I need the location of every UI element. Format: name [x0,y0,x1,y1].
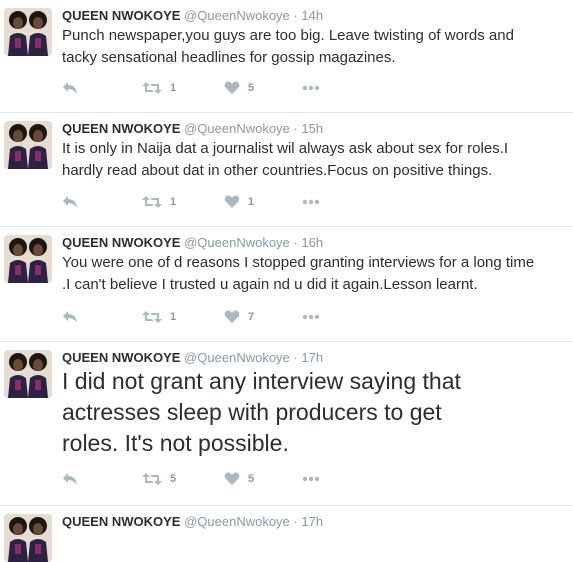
tweet-actions: 1 7 [62,307,382,327]
tweet-text: You were one of d reasons I stopped gran… [62,254,535,293]
retweet-count: 5 [170,473,177,485]
separator-dot: · [293,8,298,23]
reply-button[interactable] [62,469,78,489]
timestamp[interactable]: 14h [301,8,323,23]
reply-icon [62,81,78,95]
separator-dot: · [293,121,298,136]
retweet-icon [142,81,162,95]
more-icon [302,476,320,482]
retweet-icon [142,195,162,209]
tweet[interactable]: QUEEN NWOKOYE @QueenNwokoye · 15h It is … [0,113,573,227]
user-name[interactable]: QUEEN NWOKOYE [62,121,180,136]
retweet-button[interactable]: 1 [142,307,176,327]
tweet-header: QUEEN NWOKOYE @QueenNwokoye · 16h [62,235,323,251]
avatar[interactable] [4,514,52,562]
tweet-actions: 1 5 [62,78,382,98]
tweet-header: QUEEN NWOKOYE @QueenNwokoye · 17h [62,350,323,366]
avatar[interactable] [4,350,52,398]
like-button[interactable]: 1 [224,192,254,212]
tweet[interactable]: QUEEN NWOKOYE @QueenNwokoye · 17h I did … [0,342,573,506]
reply-button[interactable] [62,192,78,212]
timestamp[interactable]: 17h [301,350,323,365]
user-handle[interactable]: @QueenNwokoye [184,235,290,250]
like-count: 1 [248,196,255,208]
retweet-button[interactable]: 1 [142,192,176,212]
heart-icon [224,81,240,95]
reply-button[interactable] [62,78,78,98]
tweet[interactable]: QUEEN NWOKOYE @QueenNwokoye · 16h You we… [0,227,573,342]
user-name[interactable]: QUEEN NWOKOYE [62,350,180,365]
like-count: 7 [248,311,255,323]
timestamp[interactable]: 16h [301,235,323,250]
retweet-button[interactable]: 5 [142,469,176,489]
tweet-actions: 1 1 [62,192,382,212]
tweet-text: It is only in Naija dat a journalist wil… [62,140,509,179]
retweet-icon [142,472,162,486]
more-button[interactable] [302,307,320,327]
retweet-count: 1 [170,82,177,94]
like-count: 5 [248,473,255,485]
more-icon [302,314,320,320]
separator-dot: · [293,235,298,250]
retweet-count: 1 [170,196,177,208]
tweet-header: QUEEN NWOKOYE @QueenNwokoye · 14h [62,8,323,24]
separator-dot: · [293,350,298,365]
reply-button[interactable] [62,307,78,327]
timeline: QUEEN NWOKOYE @QueenNwokoye · 14h Punch … [0,0,573,562]
more-icon [302,85,320,91]
user-handle[interactable]: @QueenNwokoye [184,8,290,23]
retweet-button[interactable]: 1 [142,78,176,98]
tweet[interactable]: QUEEN NWOKOYE @QueenNwokoye · 14h Punch … [0,0,573,113]
more-button[interactable] [302,192,320,212]
user-handle[interactable]: @QueenNwokoye [184,350,290,365]
more-button[interactable] [302,469,320,489]
tweet-actions: 5 5 [62,469,382,489]
like-button[interactable]: 5 [224,78,254,98]
avatar[interactable] [4,121,52,169]
more-button[interactable] [302,78,320,98]
user-name[interactable]: QUEEN NWOKOYE [62,8,180,23]
more-icon [302,199,320,205]
heart-icon [224,472,240,486]
timestamp[interactable]: 15h [301,121,323,136]
avatar[interactable] [4,235,52,283]
like-count: 5 [248,82,255,94]
like-button[interactable]: 5 [224,469,254,489]
tweet-header: QUEEN NWOKOYE @QueenNwokoye · 15h [62,121,323,137]
avatar[interactable] [4,8,52,56]
user-name[interactable]: QUEEN NWOKOYE [62,235,180,250]
user-handle[interactable]: @QueenNwokoye [184,121,290,136]
reply-icon [62,310,78,324]
tweet-header: QUEEN NWOKOYE @QueenNwokoye · 17h [62,514,323,530]
reply-icon [62,472,78,486]
reply-icon [62,195,78,209]
heart-icon [224,195,240,209]
retweet-count: 1 [170,311,177,323]
like-button[interactable]: 7 [224,307,254,327]
tweet[interactable]: QUEEN NWOKOYE @QueenNwokoye · 17h [0,506,573,562]
retweet-icon [142,310,162,324]
heart-icon [224,310,240,324]
tweet-text: Punch newspaper,you guys are too big. Le… [62,27,514,66]
tweet-text: I did not grant any interview saying tha… [62,368,461,456]
